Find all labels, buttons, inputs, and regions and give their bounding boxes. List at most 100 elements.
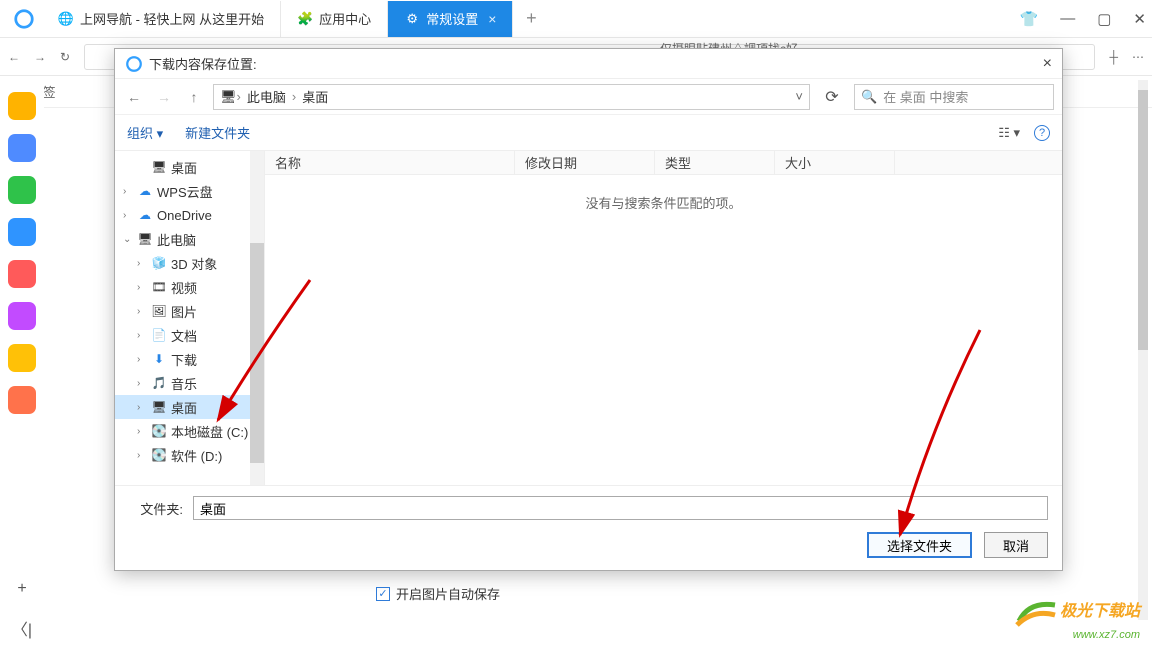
tree-node-5[interactable]: ›🎞视频 xyxy=(115,275,264,299)
scrollbar-thumb[interactable] xyxy=(1138,90,1148,350)
tree-scrollbar-thumb[interactable] xyxy=(250,243,264,463)
tree-node-0[interactable]: 🖥桌面 xyxy=(115,155,264,179)
col-name[interactable]: 名称 xyxy=(265,151,515,174)
app-tile-0[interactable] xyxy=(8,92,36,120)
nav-up-button[interactable]: ↑ xyxy=(183,89,205,105)
app-tile-2[interactable] xyxy=(8,176,36,204)
app-tile-5[interactable] xyxy=(8,302,36,330)
tree-node-9[interactable]: › 🎵音乐 xyxy=(115,371,264,395)
folder-label: 文件夹: xyxy=(129,499,183,518)
expand-icon[interactable]: › xyxy=(137,426,147,437)
path-segment[interactable]: 桌面 xyxy=(296,87,334,106)
back-button[interactable]: ← xyxy=(8,50,20,64)
close-button[interactable]: ✕ xyxy=(1133,10,1146,28)
path-segment[interactable]: 此电脑 xyxy=(241,87,292,106)
expand-icon[interactable]: › xyxy=(123,186,133,197)
folder-input[interactable] xyxy=(193,496,1048,520)
path-dropdown-icon[interactable]: ˅ xyxy=(795,89,803,104)
view-mode-button[interactable]: ☷ ▾ xyxy=(998,125,1020,141)
reload-button[interactable]: ↻ xyxy=(60,50,70,64)
refresh-button[interactable]: ⟳ xyxy=(818,87,846,107)
node-label: 音乐 xyxy=(171,374,197,393)
tab-app-center[interactable]: 🧩 应用中心 xyxy=(281,1,388,37)
tree-node-2[interactable]: ›☁OneDrive xyxy=(115,203,264,227)
collapse-sidebar-button[interactable]: 〈| xyxy=(12,616,32,640)
expand-icon[interactable]: › xyxy=(137,450,147,461)
expand-icon[interactable]: › xyxy=(137,330,147,341)
node-icon: 🎵 xyxy=(151,375,167,391)
auto-save-images-checkbox[interactable]: ✓ 开启图片自动保存 xyxy=(376,584,500,603)
node-icon: 🧊 xyxy=(151,255,167,271)
app-tile-7[interactable] xyxy=(8,386,36,414)
new-folder-button[interactable]: 新建文件夹 xyxy=(185,123,250,142)
dialog-close-button[interactable]: × xyxy=(1043,55,1052,73)
select-folder-button[interactable]: 选择文件夹 xyxy=(867,532,972,558)
watermark: 极光下载站 www.xz7.com xyxy=(1015,599,1140,642)
node-icon: 🖼 xyxy=(151,303,167,319)
computer-icon: 🖥 xyxy=(220,89,237,105)
folder-tree[interactable]: 🖥桌面›☁WPS云盘›☁OneDrive⌄🖥此电脑›🧊3D 对象›🎞视频›🖼图片… xyxy=(115,151,265,485)
tab-nav-home[interactable]: 🌐 上网导航 - 轻快上网 从这里开始 xyxy=(42,1,281,37)
page-scrollbar[interactable] xyxy=(1138,80,1148,620)
tree-node-10[interactable]: ›🖥桌面 xyxy=(115,395,264,419)
expand-icon[interactable]: › xyxy=(123,210,133,221)
col-type[interactable]: 类型 xyxy=(655,151,775,174)
nav-back-button[interactable]: ← xyxy=(123,89,145,105)
node-icon: ⬇ xyxy=(151,351,167,367)
node-icon: 🖥 xyxy=(151,159,167,175)
add-app-button[interactable]: + xyxy=(17,580,26,598)
col-modified[interactable]: 修改日期 xyxy=(515,151,655,174)
expand-icon[interactable]: › xyxy=(137,402,147,413)
tree-node-3[interactable]: ⌄🖥此电脑 xyxy=(115,227,264,251)
expand-icon[interactable]: ⌄ xyxy=(123,234,133,245)
node-icon: 🖥 xyxy=(151,399,167,415)
app-tile-3[interactable] xyxy=(8,218,36,246)
dialog-title: 下载内容保存位置: xyxy=(149,54,257,73)
puzzle-icon: 🧩 xyxy=(297,11,313,27)
help-button[interactable]: ? xyxy=(1034,125,1050,141)
file-list-area: 名称 修改日期 类型 大小 没有与搜索条件匹配的项。 xyxy=(265,151,1062,485)
tree-node-4[interactable]: › 🧊3D 对象 xyxy=(115,251,264,275)
node-label: 图片 xyxy=(171,302,197,321)
add-tab-button-2[interactable]: ┼ xyxy=(1109,50,1118,64)
maximize-button[interactable]: ▢ xyxy=(1097,10,1111,28)
nav-forward-button[interactable]: → xyxy=(153,89,175,105)
organize-button[interactable]: 组织 ▾ xyxy=(127,123,163,142)
minimize-button[interactable]: — xyxy=(1060,10,1075,27)
search-box[interactable]: 🔍 在 桌面 中搜索 xyxy=(854,84,1054,110)
app-tile-6[interactable] xyxy=(8,344,36,372)
app-logo xyxy=(6,1,42,37)
file-list-header: 名称 修改日期 类型 大小 xyxy=(265,151,1062,175)
node-label: 3D 对象 xyxy=(171,254,217,273)
tab-settings[interactable]: ⚙ 常规设置 × xyxy=(388,1,513,37)
cancel-button[interactable]: 取消 xyxy=(984,532,1048,558)
close-icon[interactable]: × xyxy=(488,11,496,27)
app-tile-1[interactable] xyxy=(8,134,36,162)
tree-node-1[interactable]: ›☁WPS云盘 xyxy=(115,179,264,203)
expand-icon[interactable]: › xyxy=(137,354,147,365)
expand-icon[interactable]: › xyxy=(137,258,147,269)
tree-node-12[interactable]: ›💽软件 (D:) xyxy=(115,443,264,467)
tab-label: 上网导航 - 轻快上网 从这里开始 xyxy=(80,9,264,28)
expand-icon[interactable]: › xyxy=(137,378,147,389)
forward-button[interactable]: → xyxy=(34,50,46,64)
extensions-icon[interactable]: 👕 xyxy=(1020,10,1039,28)
app-tile-4[interactable] xyxy=(8,260,36,288)
col-size[interactable]: 大小 xyxy=(775,151,895,174)
tab-label: 应用中心 xyxy=(319,9,371,28)
empty-message: 没有与搜索条件匹配的项。 xyxy=(265,175,1062,485)
add-tab-button[interactable]: + xyxy=(513,8,549,29)
tree-node-6[interactable]: › 🖼图片 xyxy=(115,299,264,323)
tree-node-8[interactable]: ›⬇下载 xyxy=(115,347,264,371)
node-label: 文档 xyxy=(171,326,197,345)
tree-node-11[interactable]: ›💽本地磁盘 (C:) xyxy=(115,419,264,443)
node-label: OneDrive xyxy=(157,208,212,223)
menu-button[interactable]: ⋯ xyxy=(1132,50,1144,64)
tree-node-7[interactable]: ›📄文档 xyxy=(115,323,264,347)
path-bar[interactable]: 🖥 › 此电脑 › 桌面 ˅ xyxy=(213,84,810,110)
tree-scrollbar[interactable] xyxy=(250,151,264,485)
node-label: WPS云盘 xyxy=(157,182,213,201)
expand-icon[interactable]: › xyxy=(137,282,147,293)
dialog-nav-bar: ← → ↑ 🖥 › 此电脑 › 桌面 ˅ ⟳ 🔍 在 桌面 中搜索 xyxy=(115,79,1062,115)
expand-icon[interactable]: › xyxy=(137,306,147,317)
